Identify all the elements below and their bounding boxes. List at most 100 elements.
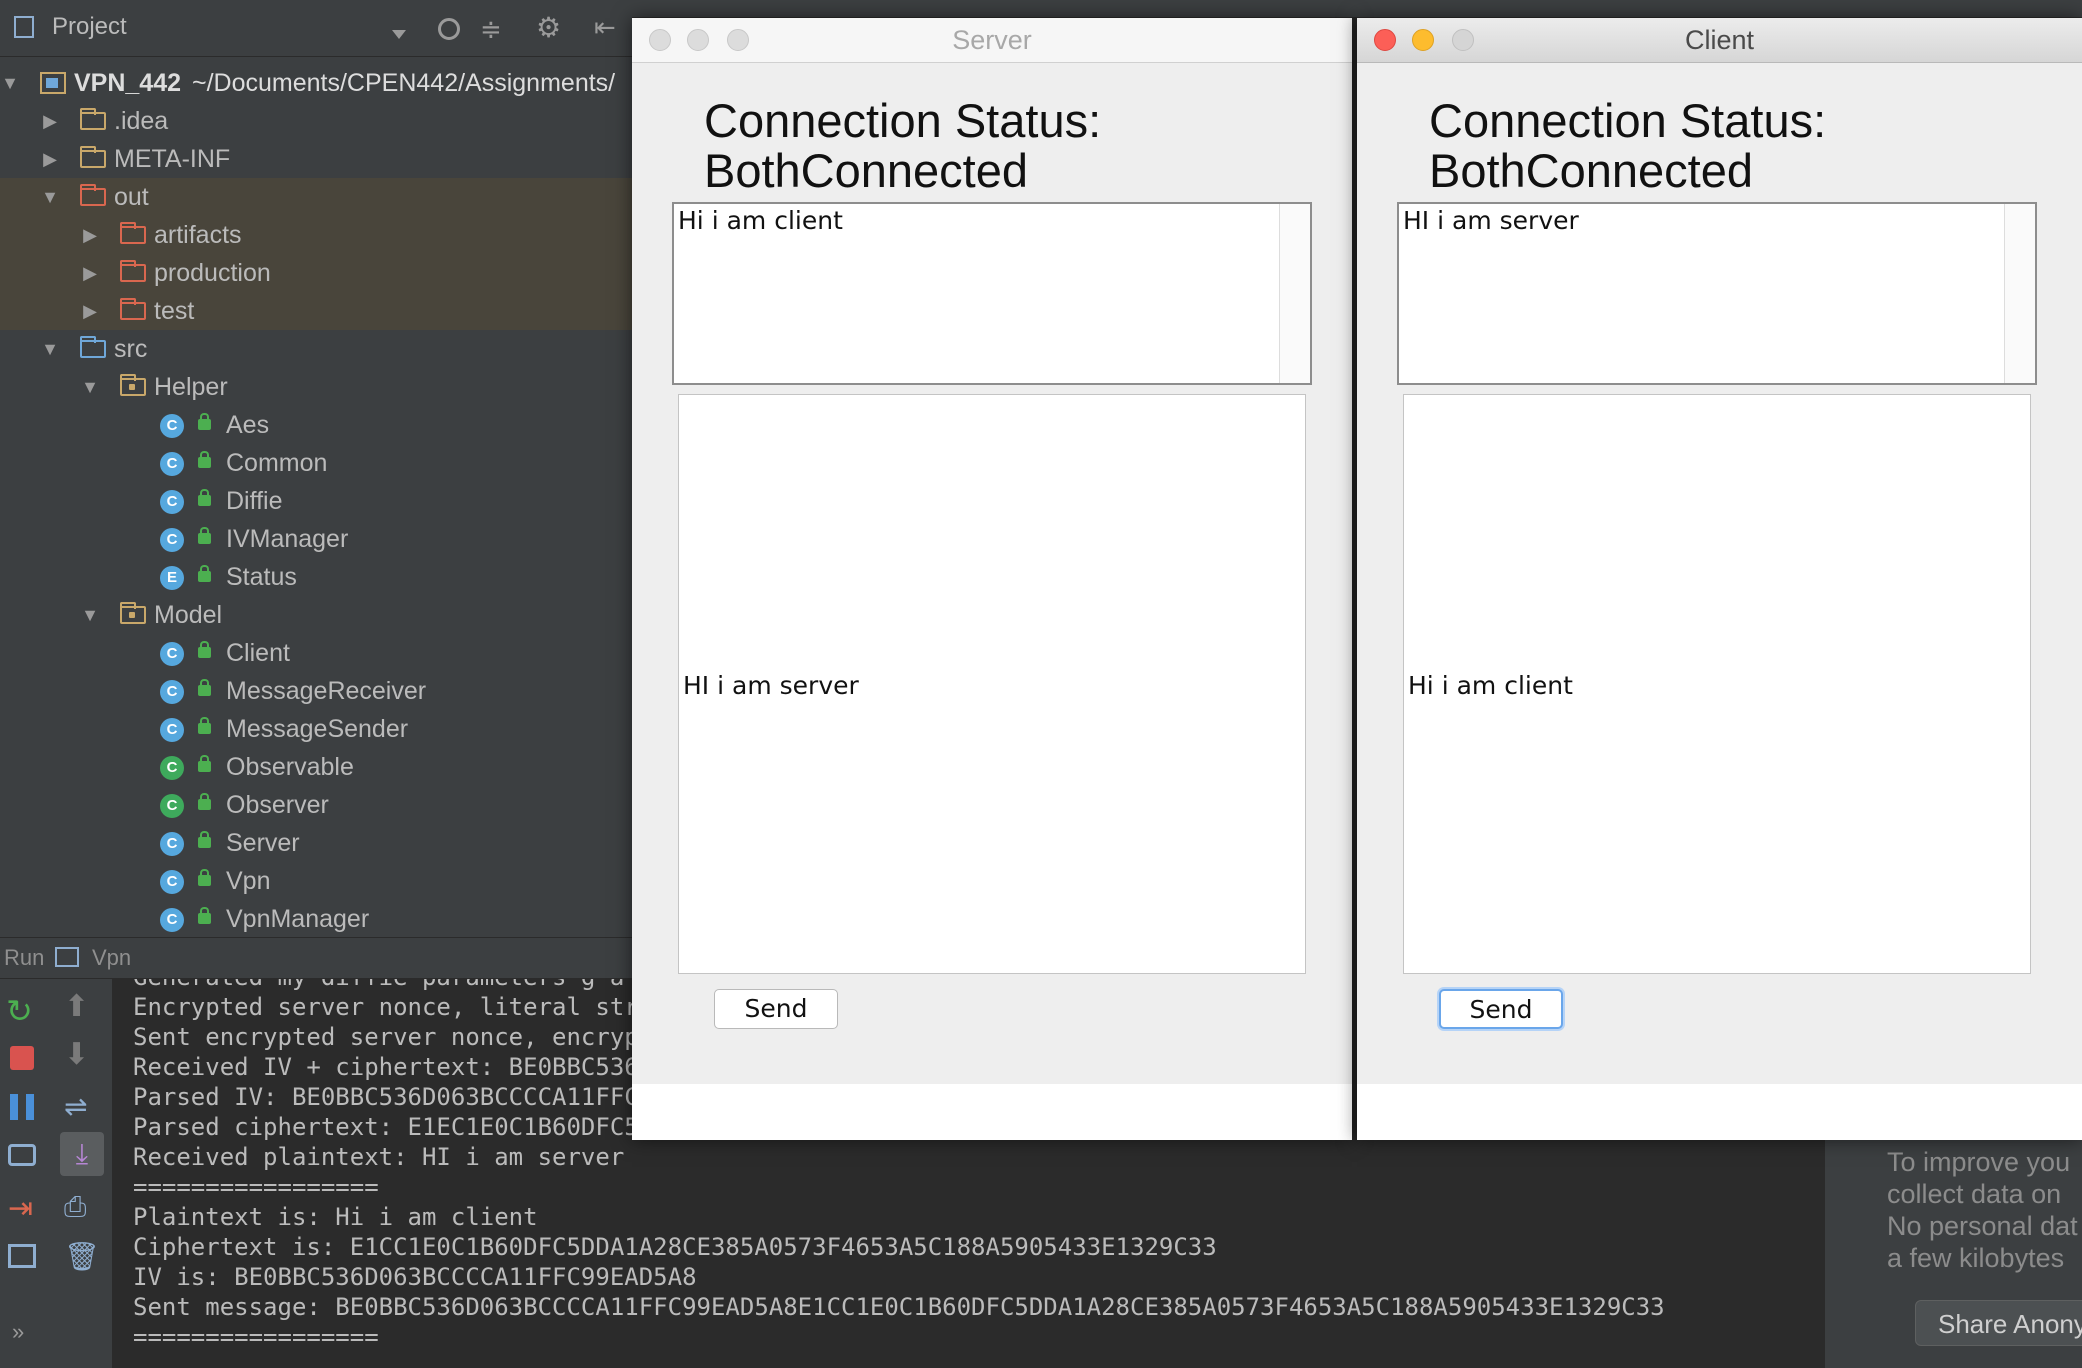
lock-icon — [198, 831, 211, 848]
send-button[interactable]: Send — [714, 989, 838, 1029]
received-message-text: HI i am server — [1403, 206, 1579, 235]
notification-line: collect data on — [1887, 1179, 2062, 1209]
tree-item-src[interactable]: ▼ src — [0, 330, 632, 368]
project-panel-header: Project ≑ ⚙ ⇤ — [0, 0, 632, 57]
received-messages-area[interactable]: HI i am server — [1397, 202, 2037, 385]
print-icon[interactable]: ⎙ — [64, 1189, 100, 1225]
hide-panel-icon[interactable]: ⇤ — [594, 14, 616, 40]
camera-icon[interactable] — [8, 1144, 36, 1166]
server-window-titlebar[interactable]: Server — [632, 18, 1352, 63]
arrow-down-icon[interactable]: ⬇ — [64, 1037, 100, 1073]
tree-item-vpn[interactable]: C Vpn — [0, 862, 632, 900]
scroll-from-source-icon[interactable] — [438, 18, 460, 40]
rerun-icon[interactable]: ↻ — [6, 993, 42, 1029]
console-line: ================= — [133, 1323, 379, 1351]
collapse-all-icon[interactable]: ≑ — [480, 16, 502, 42]
collapsed-arrow-icon[interactable]: ▶ — [40, 102, 60, 140]
lock-icon — [198, 413, 211, 430]
received-messages-area[interactable]: Hi i am client — [672, 202, 1312, 385]
tree-item-helper[interactable]: ▼ Helper — [0, 368, 632, 406]
tree-item-messagesender[interactable]: C MessageSender — [0, 710, 632, 748]
tree-item-observable[interactable]: C Observable — [0, 748, 632, 786]
server-window: Server Connection Status: BothConnected … — [632, 18, 1352, 1140]
trash-icon[interactable]: 🗑 — [64, 1239, 100, 1275]
tree-item-idea[interactable]: ▶ .idea — [0, 102, 632, 140]
arrow-up-icon[interactable]: ⬆ — [64, 989, 100, 1025]
tree-item-label: MessageReceiver — [226, 677, 427, 705]
tree-item-label: IVManager — [226, 525, 349, 553]
console-line: Sent encrypted server nonce, encrypt — [133, 1023, 654, 1051]
tree-item-test[interactable]: ▶ test — [0, 292, 632, 330]
tree-item-observer[interactable]: C Observer — [0, 786, 632, 824]
collapsed-arrow-icon[interactable]: ▶ — [80, 292, 100, 330]
tree-item-client[interactable]: C Client — [0, 634, 632, 672]
chevron-down-icon[interactable] — [392, 30, 406, 39]
tree-item-server[interactable]: C Server — [0, 824, 632, 862]
share-button[interactable]: Share Anony — [1915, 1300, 2082, 1346]
console-line: ================= — [133, 1173, 379, 1201]
tree-item-label: artifacts — [154, 221, 242, 249]
minimize-icon[interactable] — [687, 29, 709, 51]
folder-icon — [80, 108, 106, 130]
client-window-titlebar[interactable]: Client — [1357, 18, 2082, 63]
run-config-tab[interactable]: Vpn — [92, 938, 131, 978]
more-icon[interactable]: » — [12, 1319, 48, 1355]
tree-item-model[interactable]: ▼ Model — [0, 596, 632, 634]
abstract-class-icon: C — [160, 756, 184, 780]
run-tab-label[interactable]: Run — [4, 938, 44, 978]
lock-icon — [198, 907, 211, 924]
zoom-icon[interactable] — [727, 29, 749, 51]
soft-wrap-icon[interactable]: ⇌ — [64, 1089, 100, 1125]
message-input[interactable]: Hi i am client — [1403, 394, 2031, 974]
excluded-folder-icon — [120, 222, 146, 244]
expand-arrow-icon[interactable]: ▼ — [40, 178, 60, 216]
tree-item-common[interactable]: C Common — [0, 444, 632, 482]
tree-item-messagereceiver[interactable]: C MessageReceiver — [0, 672, 632, 710]
module-icon — [40, 72, 66, 94]
message-input[interactable]: HI i am server — [678, 394, 1306, 974]
tree-item-production[interactable]: ▶ production — [0, 254, 632, 292]
expand-arrow-icon[interactable]: ▼ — [80, 368, 100, 406]
tree-item-ivmanager[interactable]: C IVManager — [0, 520, 632, 558]
stop-icon[interactable] — [10, 1046, 34, 1070]
connection-status: Connection Status: BothConnected — [1429, 96, 1826, 196]
close-icon[interactable] — [1374, 29, 1396, 51]
collapsed-arrow-icon[interactable]: ▶ — [80, 254, 100, 292]
notification-balloon: To improve you collect data on No person… — [1825, 1138, 2082, 1368]
connection-status: Connection Status: BothConnected — [704, 96, 1101, 196]
notification-line: a few kilobytes — [1887, 1243, 2065, 1273]
expand-arrow-icon[interactable]: ▼ — [0, 64, 20, 102]
collapsed-arrow-icon[interactable]: ▶ — [80, 216, 100, 254]
expand-arrow-icon[interactable]: ▼ — [80, 596, 100, 634]
tree-item-diffie[interactable]: C Diffie — [0, 482, 632, 520]
zoom-icon[interactable] — [1452, 29, 1474, 51]
console-line: Sent message: BE0BBC536D063BCCCCA11FFC99… — [133, 1293, 1665, 1321]
tree-item-artifacts[interactable]: ▶ artifacts — [0, 216, 632, 254]
tree-item-vpnmanager[interactable]: C VpnManager — [0, 900, 632, 937]
tree-item-out[interactable]: ▼ out — [0, 178, 632, 216]
tree-item-status[interactable]: E Status — [0, 558, 632, 596]
layout-icon[interactable] — [8, 1244, 36, 1268]
minimize-icon[interactable] — [1412, 29, 1434, 51]
exit-icon[interactable]: ⇥ — [8, 1191, 44, 1227]
gear-icon[interactable]: ⚙ — [536, 14, 561, 42]
scrollbar[interactable] — [1279, 204, 1310, 383]
scrollbar[interactable] — [2004, 204, 2035, 383]
run-toolbar: ↻ ⇥ » ⬆ ⬇ ⇌ ⤓ ⎙ 🗑 — [0, 979, 113, 1368]
send-button[interactable]: Send — [1439, 989, 1563, 1029]
lock-icon — [198, 717, 211, 734]
collapsed-arrow-icon[interactable]: ▶ — [40, 140, 60, 178]
class-icon: C — [160, 718, 184, 742]
tree-item-meta-inf[interactable]: ▶ META-INF — [0, 140, 632, 178]
abstract-class-icon: C — [160, 794, 184, 818]
runnable-class-icon: C — [160, 870, 184, 894]
console-line: Generated my diffie parameters g a m — [133, 979, 653, 991]
pause-icon[interactable] — [10, 1094, 34, 1120]
expand-arrow-icon[interactable]: ▼ — [40, 330, 60, 368]
project-view-selector[interactable]: Project — [52, 13, 127, 41]
tree-item-aes[interactable]: C Aes — [0, 406, 632, 444]
scroll-to-end-icon[interactable]: ⤓ — [60, 1132, 104, 1176]
lock-icon — [198, 565, 211, 582]
close-icon[interactable] — [649, 29, 671, 51]
tree-root-vpn442[interactable]: ▼ VPN_442 ~/Documents/CPEN442/Assignment… — [0, 64, 632, 102]
